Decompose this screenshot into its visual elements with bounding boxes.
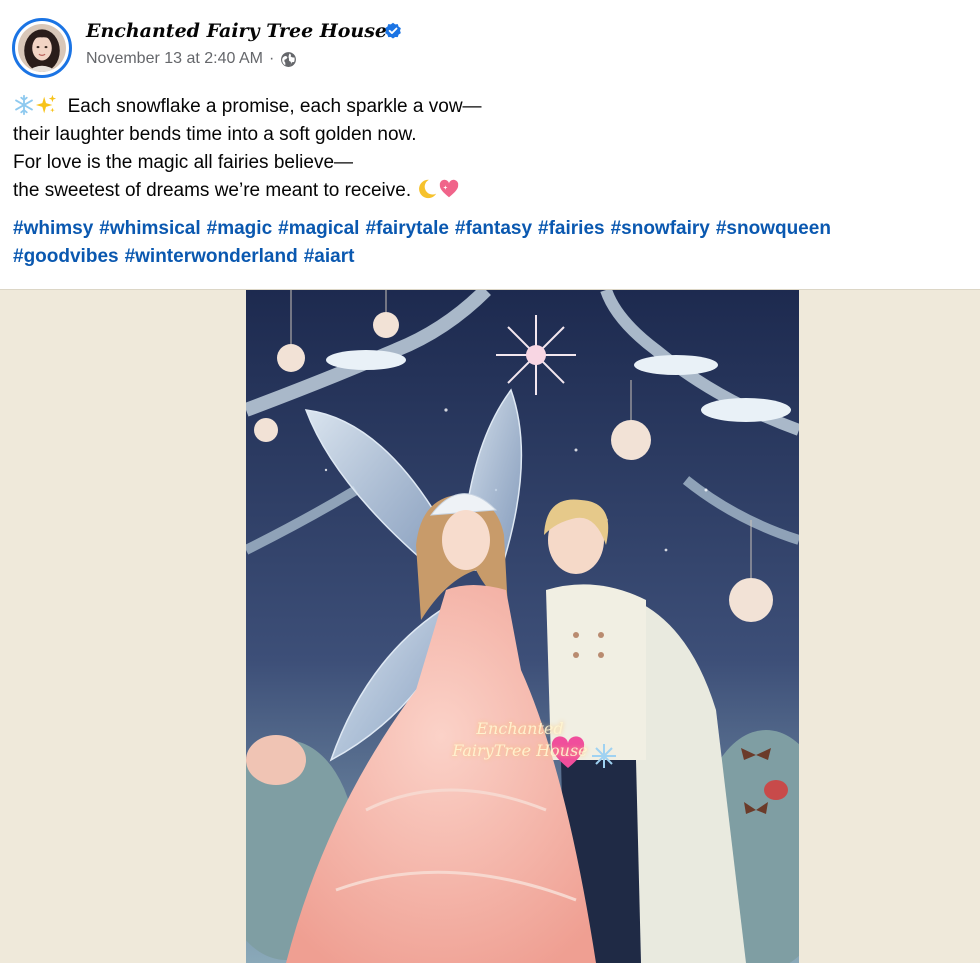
- image-watermark: Enchanted FairyTree House: [420, 718, 620, 762]
- hashtag-link[interactable]: #fairytale: [365, 218, 448, 239]
- crescent-moon-icon: [419, 179, 437, 199]
- page-name-link[interactable]: Enchanted Fairy Tree House: [86, 20, 387, 42]
- caption-text-1: Each snowflake a promise, each sparkle a…: [67, 96, 482, 117]
- hashtag-link[interactable]: #fairies: [538, 218, 605, 239]
- hashtag-link[interactable]: #whimsical: [99, 218, 200, 239]
- post-timestamp[interactable]: November 13 at 2:40 AM: [86, 50, 263, 68]
- meta-separator: ·: [268, 50, 275, 67]
- hashtag-link[interactable]: #magic: [207, 218, 272, 239]
- post-caption: Each snowflake a promise, each sparkle a…: [13, 93, 963, 205]
- fairy-couple-artwork[interactable]: [246, 290, 799, 963]
- hashtag-link[interactable]: #snowfairy: [611, 218, 710, 239]
- caption-line-3: For love is the magic all fairies believ…: [13, 152, 354, 173]
- watermark-line-1: Enchanted: [476, 719, 564, 738]
- caption-line-2: their laughter bends time into a soft go…: [13, 124, 417, 145]
- sparkles-icon: [35, 94, 57, 114]
- watermark-line-2: FairyTree House: [452, 741, 588, 760]
- hashtag-link[interactable]: #aiart: [304, 246, 355, 267]
- verified-badge-icon: [385, 22, 401, 39]
- caption-text-4: the sweetest of dreams we’re meant to re…: [13, 180, 412, 201]
- post-media[interactable]: Enchanted FairyTree House: [0, 289, 980, 963]
- sparkling-heart-icon: [440, 179, 459, 198]
- hashtag-link[interactable]: #winterwonderland: [125, 246, 298, 267]
- hashtag-list: #whimsy #whimsical #magic #magical #fairytal…: [13, 215, 973, 271]
- page-avatar[interactable]: [12, 18, 72, 78]
- caption-line-4: the sweetest of dreams we’re meant to re…: [13, 177, 963, 205]
- post-meta: November 13 at 2:40 AM ·: [86, 50, 297, 68]
- globe-icon: [281, 51, 297, 67]
- hashtag-link[interactable]: #whimsy: [13, 218, 93, 239]
- hashtag-link[interactable]: #goodvibes: [13, 246, 119, 267]
- post-header: Enchanted Fairy Tree House November 13 a…: [0, 0, 980, 90]
- hashtag-link[interactable]: #snowqueen: [716, 218, 831, 239]
- avatar-image: [18, 24, 66, 72]
- snowflake-icon: [15, 94, 33, 116]
- hashtag-link[interactable]: #magical: [278, 218, 359, 239]
- caption-line-1: Each snowflake a promise, each sparkle a…: [13, 93, 963, 121]
- hashtag-link[interactable]: #fantasy: [455, 218, 532, 239]
